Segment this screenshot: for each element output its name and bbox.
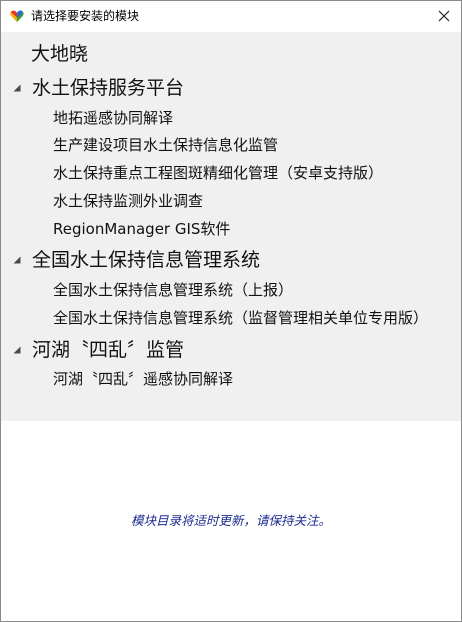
tree-item-ditu-rs-interpretation[interactable]: 地拓遥感协同解译: [53, 107, 173, 129]
tree-group-label: 河湖〝四乱〞监管: [32, 339, 185, 361]
tree-item-label: 大地晓: [31, 43, 89, 65]
module-tree[interactable]: 大地晓 水土保持服务平台 地拓遥感协同解译 生产建设项目水土保持信息化监管 水土…: [1, 32, 461, 421]
tree-item-national-system-report[interactable]: 全国水土保持信息管理系统（上报）: [53, 279, 293, 301]
tree-item-field-survey[interactable]: 水土保持监测外业调查: [53, 190, 203, 212]
colorful-app-icon: [9, 8, 25, 24]
tree-group-river-lake-supervision[interactable]: 河湖〝四乱〞监管: [11, 337, 184, 363]
tree-item-label: 水土保持监测外业调查: [53, 192, 204, 210]
close-icon: [438, 10, 450, 22]
tree-item-river-lake-rs-interpretation[interactable]: 河湖〝四乱〞遥感协同解译: [53, 368, 233, 390]
expanded-triangle-icon[interactable]: [11, 247, 25, 273]
installer-window: 请选择要安装的模块 大地晓 水土保持服务平台 地拓遥感协同解译 生产建设项目水土…: [0, 0, 462, 622]
tree-item-label: 全国水土保持信息管理系统（监督管理相关单位专用版）: [53, 309, 429, 327]
title-bar[interactable]: 请选择要安装的模块: [1, 1, 461, 32]
tree-group-national-swcc-system[interactable]: 全国水土保持信息管理系统: [11, 247, 260, 273]
expanded-triangle-icon[interactable]: [11, 75, 25, 101]
tree-item-label: 生产建设项目水土保持信息化监管: [53, 136, 279, 154]
tree-item-label: 全国水土保持信息管理系统（上报）: [53, 281, 294, 299]
expanded-triangle-icon[interactable]: [11, 337, 25, 363]
close-button[interactable]: [427, 1, 461, 31]
tree-group-swcc-service-platform[interactable]: 水土保持服务平台: [11, 75, 184, 101]
tree-item-label: 水土保持重点工程图斑精细化管理（安卓支持版）: [53, 164, 384, 182]
tree-item-key-project-patch-management[interactable]: 水土保持重点工程图斑精细化管理（安卓支持版）: [53, 162, 383, 184]
tree-item-label: 地拓遥感协同解译: [53, 109, 174, 127]
update-notice: 模块目录将适时更新，请保持关注。: [130, 513, 331, 528]
tree-item-label: RegionManager GIS软件: [53, 220, 231, 238]
tree-group-label: 水土保持服务平台: [32, 77, 185, 99]
tree-item-regionmanager-gis[interactable]: RegionManager GIS软件: [53, 218, 230, 240]
tree-item-label: 河湖〝四乱〞遥感协同解译: [53, 370, 234, 388]
tree-item-project-supervision[interactable]: 生产建设项目水土保持信息化监管: [53, 134, 278, 156]
window-title: 请选择要安装的模块: [31, 9, 140, 23]
tree-group-label: 全国水土保持信息管理系统: [32, 249, 261, 271]
tree-item-dadixiao[interactable]: 大地晓: [31, 41, 88, 67]
tree-item-national-system-supervision[interactable]: 全国水土保持信息管理系统（监督管理相关单位专用版）: [53, 307, 428, 329]
